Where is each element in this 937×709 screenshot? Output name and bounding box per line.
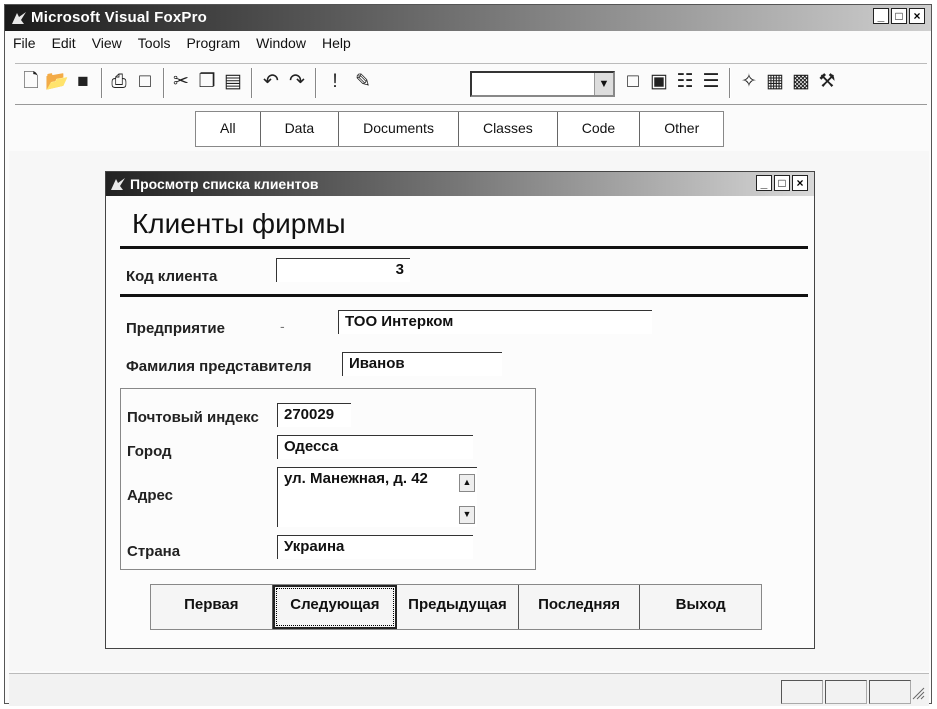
paste-icon[interactable]: ▤ bbox=[221, 70, 245, 94]
form-heading: Клиенты фирмы bbox=[132, 208, 346, 239]
navigation-button-row: Первая Следующая Предыдущая Последняя Вы… bbox=[150, 584, 762, 630]
form-title-bar[interactable]: Просмотр списка клиентов _ □ × bbox=[106, 172, 814, 196]
run-icon[interactable]: ! bbox=[323, 70, 347, 94]
chevron-down-icon[interactable]: ▼ bbox=[594, 73, 613, 95]
client-list-form: Просмотр списка клиентов _ □ × Клиенты ф… bbox=[105, 171, 815, 649]
scroll-down-icon[interactable]: ▼ bbox=[459, 506, 475, 524]
address-label: Адрес bbox=[127, 487, 174, 504]
form-control-icon[interactable]: □ bbox=[621, 70, 645, 94]
wizard-icon[interactable]: ✧ bbox=[737, 70, 761, 94]
city-label: Город bbox=[127, 443, 172, 460]
menu-program[interactable]: Program bbox=[186, 35, 240, 57]
menu-bar: File Edit View Tools Program Window Help bbox=[7, 35, 367, 57]
app-title-bar[interactable]: Microsoft Visual FoxPro _ □ × bbox=[5, 5, 931, 31]
address-group: Почтовый индекс 270029 Город Одесса Адре… bbox=[120, 388, 536, 570]
tab-data[interactable]: Data bbox=[261, 112, 340, 146]
city-field[interactable]: Одесса bbox=[277, 435, 473, 459]
menu-file[interactable]: File bbox=[13, 35, 36, 57]
menu-tools[interactable]: Tools bbox=[138, 35, 171, 57]
maximize-button[interactable]: □ bbox=[891, 8, 907, 24]
cut-icon[interactable]: ✂ bbox=[169, 70, 193, 94]
address-field[interactable]: ул. Манежная, д. 42 ▲ ▼ bbox=[277, 467, 477, 527]
address-value: ул. Манежная, д. 42 bbox=[284, 470, 428, 487]
status-bar bbox=[9, 673, 929, 706]
toolbar-combo[interactable]: ▼ bbox=[470, 71, 615, 97]
country-label: Страна bbox=[127, 543, 181, 560]
menu-view[interactable]: View bbox=[92, 35, 122, 57]
contact-label: Фамилия представителя bbox=[126, 358, 312, 375]
company-field[interactable]: ТОО Интерком bbox=[338, 310, 652, 334]
postal-field[interactable]: 270029 bbox=[277, 403, 351, 427]
client-code-label: Код клиента bbox=[126, 268, 218, 285]
properties-icon[interactable]: ☷ bbox=[673, 70, 697, 94]
form-title: Просмотр списка клиентов bbox=[130, 176, 319, 192]
redo-icon[interactable]: ↷ bbox=[285, 70, 309, 94]
client-code-field[interactable]: 3 bbox=[276, 258, 410, 282]
print-preview-icon[interactable]: □ bbox=[133, 70, 157, 94]
window-icon[interactable]: ▣ bbox=[647, 70, 671, 94]
new-file-icon[interactable]: 🗋 bbox=[19, 70, 43, 94]
save-icon[interactable]: ■ bbox=[71, 70, 95, 94]
exit-button[interactable]: Выход bbox=[640, 585, 761, 629]
tab-documents[interactable]: Documents bbox=[339, 112, 459, 146]
next-button[interactable]: Следующая bbox=[272, 585, 398, 629]
first-button[interactable]: Первая bbox=[151, 585, 273, 629]
app-window: Microsoft Visual FoxPro _ □ × File Edit … bbox=[4, 4, 932, 706]
form-close-button[interactable]: × bbox=[792, 175, 808, 191]
status-pane bbox=[869, 680, 911, 704]
close-button[interactable]: × bbox=[909, 8, 925, 24]
tab-code[interactable]: Code bbox=[558, 112, 641, 146]
status-pane bbox=[781, 680, 823, 704]
dash-text: - bbox=[280, 318, 285, 334]
form-maximize-button[interactable]: □ bbox=[774, 175, 790, 191]
project-tab-strip: All Data Documents Classes Code Other bbox=[195, 111, 725, 147]
scroll-up-icon[interactable]: ▲ bbox=[459, 474, 475, 492]
previous-button[interactable]: Предыдущая bbox=[397, 585, 519, 629]
form-minimize-button[interactable]: _ bbox=[756, 175, 772, 191]
tab-all[interactable]: All bbox=[196, 112, 261, 146]
undo-icon[interactable]: ↶ bbox=[259, 70, 283, 94]
tab-other[interactable]: Other bbox=[640, 112, 723, 146]
postal-label: Почтовый индекс bbox=[127, 409, 259, 426]
divider bbox=[120, 294, 808, 297]
menu-edit[interactable]: Edit bbox=[52, 35, 76, 57]
app-title: Microsoft Visual FoxPro bbox=[31, 9, 208, 26]
status-pane bbox=[825, 680, 867, 704]
open-folder-icon[interactable]: 📂 bbox=[45, 70, 69, 94]
tab-classes[interactable]: Classes bbox=[459, 112, 558, 146]
standard-toolbar: 🗋 📂 ■ ⎙ □ ✂ ❐ ▤ ↶ ↷ ! ✎ ▼ □ ▣ ☷ ☰ ✧ ▦ ▩ … bbox=[15, 63, 927, 105]
database-icon[interactable]: ▩ bbox=[789, 70, 813, 94]
print-icon[interactable]: ⎙ bbox=[107, 70, 131, 94]
resize-grip-icon[interactable] bbox=[909, 684, 925, 700]
foxpro-logo-icon bbox=[111, 178, 125, 190]
tools-icon[interactable]: ⚒ bbox=[815, 70, 839, 94]
minimize-button[interactable]: _ bbox=[873, 8, 889, 24]
menu-window[interactable]: Window bbox=[256, 35, 306, 57]
divider bbox=[120, 246, 808, 249]
country-field[interactable]: Украина bbox=[277, 535, 473, 559]
foxpro-logo-icon bbox=[12, 12, 26, 24]
copy-icon[interactable]: ❐ bbox=[195, 70, 219, 94]
builder-icon[interactable]: ▦ bbox=[763, 70, 787, 94]
modify-form-icon[interactable]: ✎ bbox=[351, 70, 375, 94]
menu-help[interactable]: Help bbox=[322, 35, 351, 57]
company-label: Предприятие bbox=[126, 320, 225, 337]
contact-field[interactable]: Иванов bbox=[342, 352, 502, 376]
report-icon[interactable]: ☰ bbox=[699, 70, 723, 94]
last-button[interactable]: Последняя bbox=[519, 585, 641, 629]
